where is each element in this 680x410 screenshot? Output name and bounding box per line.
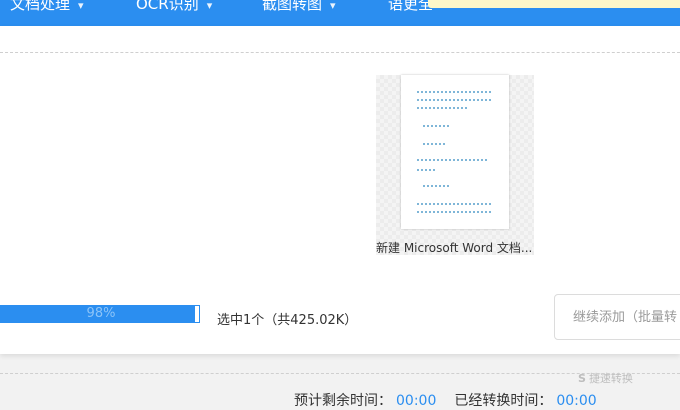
- chevron-down-icon: ▾: [78, 0, 84, 12]
- nav-item-label: 截图转图: [262, 0, 323, 13]
- preview-line: [417, 107, 469, 109]
- dashed-divider: [0, 52, 680, 53]
- preview-line: [417, 211, 493, 213]
- preview-line: [417, 203, 493, 205]
- nav-item-ocr[interactable]: OCR识别 ▾: [136, 0, 212, 16]
- time-status-row: 预计剩余时间： 00:00 已经转换时间： 00:00: [294, 390, 597, 410]
- preview-line: [417, 169, 435, 171]
- document-preview: [401, 75, 509, 229]
- nav-item-label: 文档处理: [10, 0, 71, 13]
- elapsed-time-label: 已经转换时间：: [454, 393, 553, 409]
- nav-item-document[interactable]: 文档处理 ▾: [10, 0, 84, 16]
- preview-line: [423, 125, 449, 127]
- preview-line: [423, 143, 447, 145]
- preview-line: [417, 99, 493, 101]
- elapsed-time-value: 00:00: [556, 393, 597, 409]
- preview-line: [417, 159, 489, 161]
- chevron-down-icon: ▾: [330, 0, 336, 12]
- preview-line: [423, 185, 451, 187]
- chevron-down-icon: ▾: [206, 0, 213, 12]
- add-files-input[interactable]: [554, 294, 680, 340]
- dashed-divider: [0, 373, 680, 374]
- notice-banner: [428, 0, 680, 8]
- file-name-label: 新建 Microsoft Word 文档...: [376, 241, 533, 255]
- nav-item-screenshot[interactable]: 截图转图 ▾: [262, 0, 336, 16]
- file-list-panel: 新建 Microsoft Word 文档... 98% 选中1个（共425.02…: [0, 26, 680, 385]
- top-nav-bar: 文档处理 ▾ OCR识别 ▾ 截图转图 ▾ 语更全: [0, 0, 680, 26]
- nav-item-label: 语更全: [388, 0, 434, 13]
- nav-item-more[interactable]: 语更全: [388, 0, 433, 16]
- preview-line: [417, 91, 491, 93]
- conversion-progress-bar: 98%: [0, 305, 200, 323]
- file-thumbnail[interactable]: [376, 75, 534, 255]
- remaining-time-value: 00:00: [396, 393, 437, 409]
- nav-item-label: OCR识别: [136, 0, 199, 13]
- progress-percent-label: 98%: [86, 306, 116, 321]
- selection-summary: 选中1个（共425.02K）: [217, 313, 358, 328]
- remaining-time-label: 预计剩余时间：: [294, 393, 392, 409]
